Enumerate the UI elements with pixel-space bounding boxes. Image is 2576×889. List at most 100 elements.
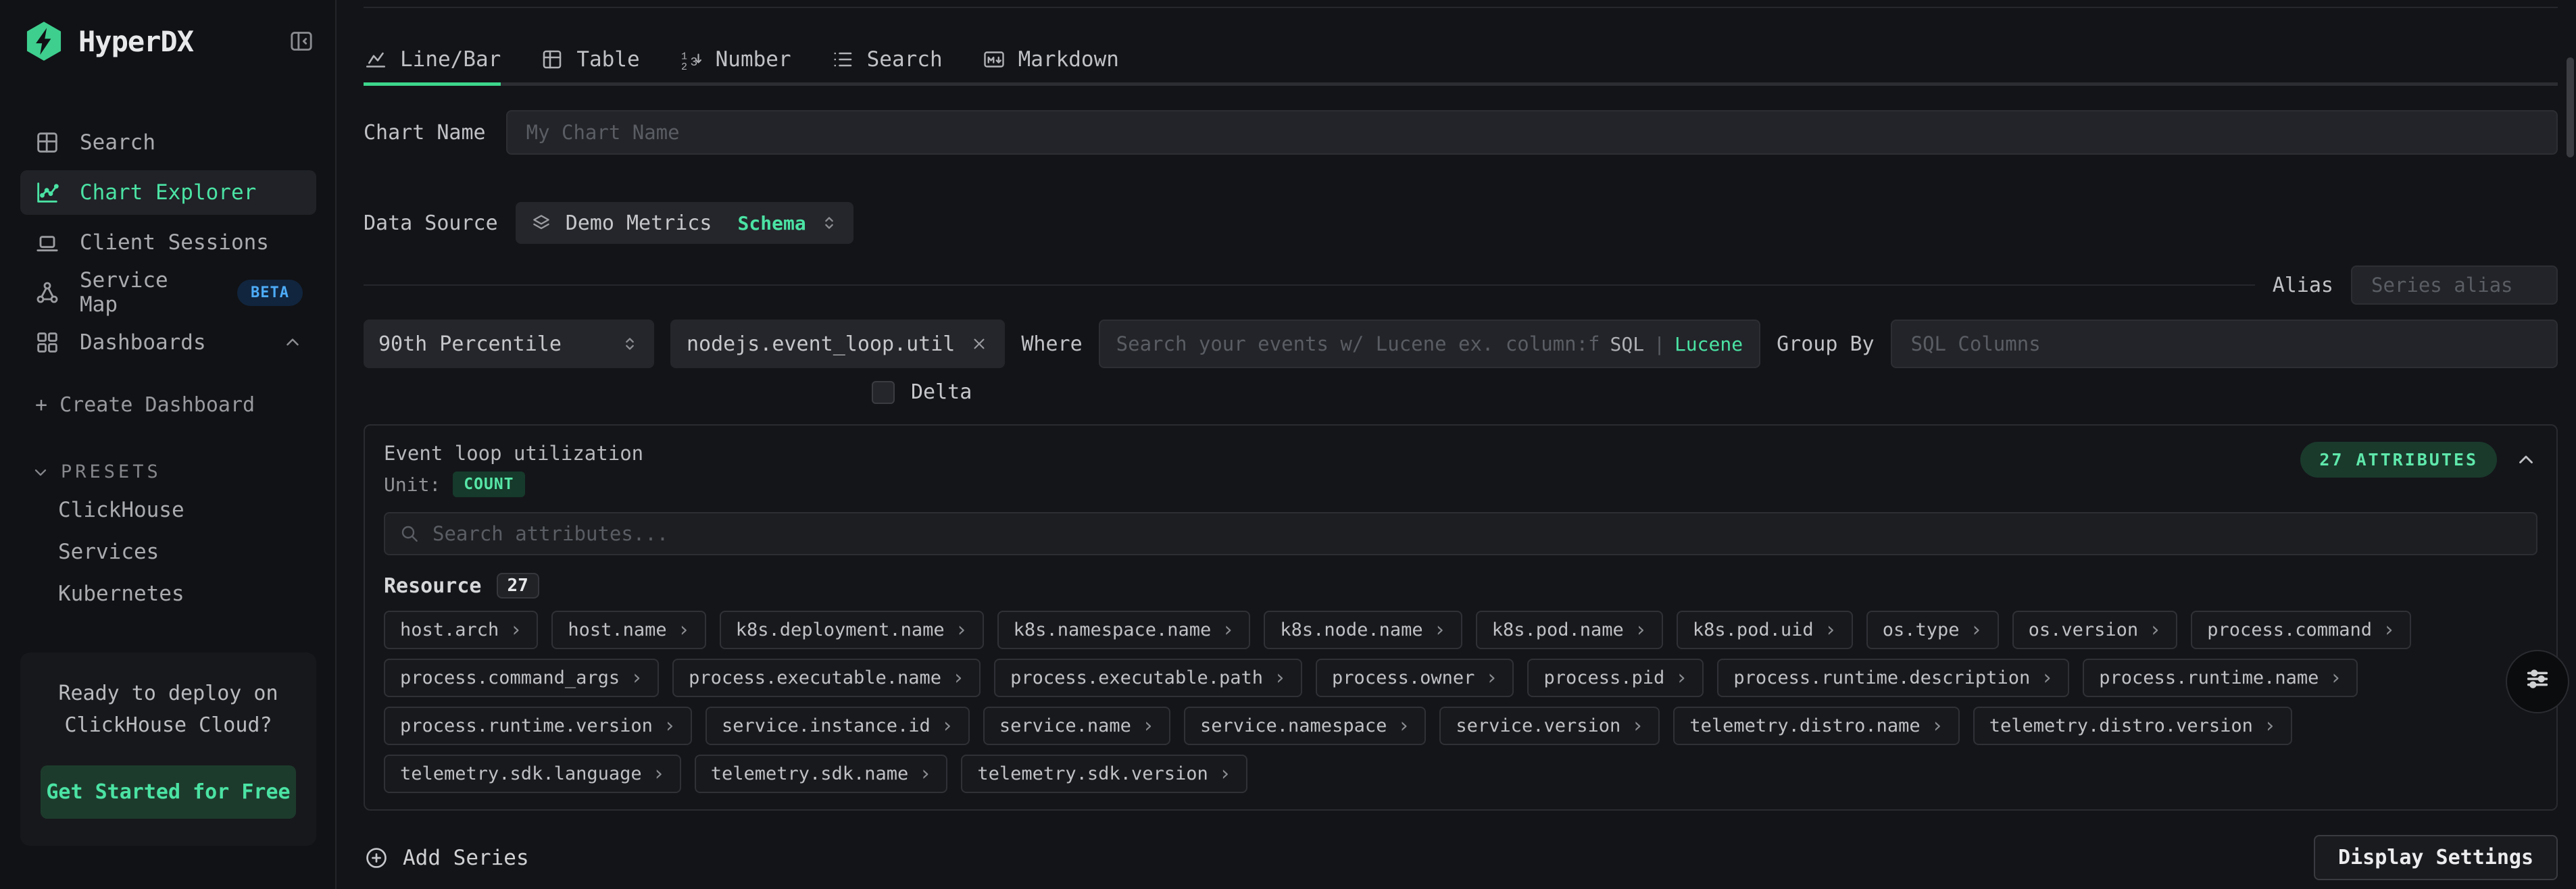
tab-table[interactable]: Table [540, 47, 639, 86]
resource-group-label: Resource [384, 574, 482, 598]
tab-search[interactable]: Search [831, 47, 943, 86]
create-dashboard-button[interactable]: + Create Dashboard [35, 393, 316, 417]
collapse-sidebar-icon[interactable] [288, 28, 315, 55]
where-search-input[interactable] [1116, 332, 1600, 355]
sql-option[interactable]: SQL [1610, 333, 1645, 355]
svg-text:2: 2 [681, 61, 687, 72]
number-123-icon: 123 [679, 47, 703, 72]
tab-markdown[interactable]: Markdown [982, 47, 1119, 86]
attribute-chip[interactable]: service.name › [983, 707, 1170, 745]
attribute-chip[interactable]: telemetry.distro.version › [1973, 707, 2292, 745]
metric-tag[interactable]: nodejs.event_loop.util [670, 320, 1005, 368]
attribute-chip[interactable]: k8s.pod.uid › [1677, 611, 1853, 649]
chevron-right-icon: › [1485, 668, 1497, 688]
cloud-cta-text: Ready to deploy on ClickHouse Cloud? [41, 678, 296, 741]
chevron-right-icon: › [2149, 620, 2161, 640]
chevron-up-icon[interactable] [2515, 449, 2537, 472]
chevron-right-icon: › [1397, 716, 1410, 736]
lucene-option[interactable]: Lucene [1675, 333, 1743, 355]
aggregation-select[interactable]: 90th Percentile [364, 320, 654, 368]
preset-item[interactable]: ClickHouse [20, 489, 316, 531]
attribute-chip[interactable]: host.name › [551, 611, 705, 649]
attribute-chip[interactable]: service.version › [1439, 707, 1660, 745]
chevron-right-icon: › [2264, 716, 2276, 736]
markdown-icon [982, 47, 1006, 72]
metric-attributes-panel: Event loop utilization Unit: COUNT 27 AT… [364, 424, 2558, 811]
delta-checkbox[interactable] [872, 381, 895, 404]
attribute-chip[interactable]: k8s.deployment.name › [720, 611, 984, 649]
chevron-right-icon: › [653, 764, 665, 784]
attribute-chip[interactable]: k8s.namespace.name › [997, 611, 1251, 649]
attribute-chip[interactable]: os.version › [2012, 611, 2178, 649]
app-root: HyperDX Search Chart Explorer [0, 0, 2576, 889]
sidebar-item-label: Search [80, 130, 155, 155]
chevron-right-icon: › [1971, 620, 1983, 640]
attribute-chip[interactable]: process.executable.name › [672, 659, 981, 697]
preset-item[interactable]: Kubernetes [20, 573, 316, 615]
tab-label: Markdown [1018, 47, 1119, 72]
attribute-chip[interactable]: process.owner › [1316, 659, 1514, 697]
circle-plus-icon [364, 845, 389, 871]
attribute-chip[interactable]: service.namespace › [1184, 707, 1426, 745]
scrollbar-thumb[interactable] [2567, 57, 2574, 157]
unit-badge: COUNT [453, 472, 524, 497]
sidebar-item-service-map[interactable]: Service Map BETA [20, 270, 316, 315]
sidebar-item-label: Client Sessions [80, 230, 269, 255]
sidebar-item-search[interactable]: Search [20, 120, 316, 165]
tab-number[interactable]: 123 Number [679, 47, 791, 86]
cloud-cta-card: Ready to deploy on ClickHouse Cloud? Get… [20, 653, 316, 846]
resource-count-badge: 27 [497, 573, 539, 599]
attribute-chip[interactable]: process.command_args › [384, 659, 659, 697]
attribute-chip[interactable]: process.runtime.version › [384, 707, 692, 745]
metric-tag-label: nodejs.event_loop.util [687, 332, 955, 356]
app-title: HyperDX [78, 25, 193, 58]
tab-label: Number [716, 47, 791, 72]
attribute-chip[interactable]: telemetry.sdk.version › [961, 755, 1247, 793]
attribute-chip[interactable]: process.runtime.description › [1717, 659, 2069, 697]
chart-name-row: Chart Name [364, 110, 2558, 155]
attribute-chip[interactable]: telemetry.sdk.language › [384, 755, 681, 793]
attribute-chip-label: host.arch [400, 619, 499, 640]
close-icon[interactable] [970, 334, 989, 353]
chart-name-input[interactable] [506, 110, 2558, 155]
tab-line-bar[interactable]: Line/Bar [364, 47, 501, 86]
attribute-chip-label: process.command_args [400, 667, 620, 688]
selector-icon [820, 213, 839, 232]
preset-item[interactable]: Services [20, 531, 316, 573]
attribute-chip[interactable]: host.arch › [384, 611, 538, 649]
attributes-header-right: 27 ATTRIBUTES [2300, 442, 2537, 478]
sidebar-item-chart-explorer[interactable]: Chart Explorer [20, 170, 316, 215]
chevron-right-icon: › [919, 764, 931, 784]
sidebar-nav: Search Chart Explorer Client Sessions Se… [20, 120, 316, 365]
attribute-chip[interactable]: os.type › [1866, 611, 1999, 649]
attribute-chip[interactable]: process.runtime.name › [2083, 659, 2358, 697]
attribute-chip[interactable]: process.command › [2191, 611, 2411, 649]
attributes-search-input[interactable] [432, 522, 2523, 545]
attribute-chip[interactable]: telemetry.distro.name › [1673, 707, 1959, 745]
attribute-chip[interactable]: process.pid › [1527, 659, 1704, 697]
group-by-input[interactable] [1891, 320, 2558, 368]
sql-lucene-toggle[interactable]: SQL | Lucene [1610, 333, 1743, 355]
aggregation-value: 90th Percentile [378, 332, 607, 356]
filter-settings-fab[interactable] [2506, 650, 2569, 713]
attribute-chip[interactable]: service.instance.id › [705, 707, 970, 745]
sidebar: HyperDX Search Chart Explorer [0, 0, 337, 889]
schema-link[interactable]: Schema [738, 212, 806, 234]
chevron-up-icon[interactable] [282, 332, 303, 353]
delta-row: Delta [872, 380, 2558, 404]
presets-header-label: PRESETS [61, 461, 162, 482]
attribute-chip[interactable]: k8s.pod.name › [1476, 611, 1663, 649]
attribute-chip[interactable]: telemetry.sdk.name › [695, 755, 948, 793]
sidebar-item-client-sessions[interactable]: Client Sessions [20, 220, 316, 265]
attribute-chip-label: os.type [1883, 619, 1960, 640]
get-started-button[interactable]: Get Started for Free [41, 765, 296, 819]
add-series-button[interactable]: Add Series [364, 845, 529, 871]
display-settings-button[interactable]: Display Settings [2314, 835, 2558, 880]
attribute-chip[interactable]: k8s.node.name › [1264, 611, 1462, 649]
data-source-select[interactable]: Demo Metrics Schema [516, 202, 853, 244]
alias-input[interactable] [2351, 265, 2558, 305]
presets-header[interactable]: PRESETS [31, 461, 316, 482]
attribute-chip-label: k8s.node.name [1280, 619, 1422, 640]
sidebar-item-dashboards[interactable]: Dashboards [20, 320, 316, 365]
attribute-chip[interactable]: process.executable.path › [994, 659, 1302, 697]
